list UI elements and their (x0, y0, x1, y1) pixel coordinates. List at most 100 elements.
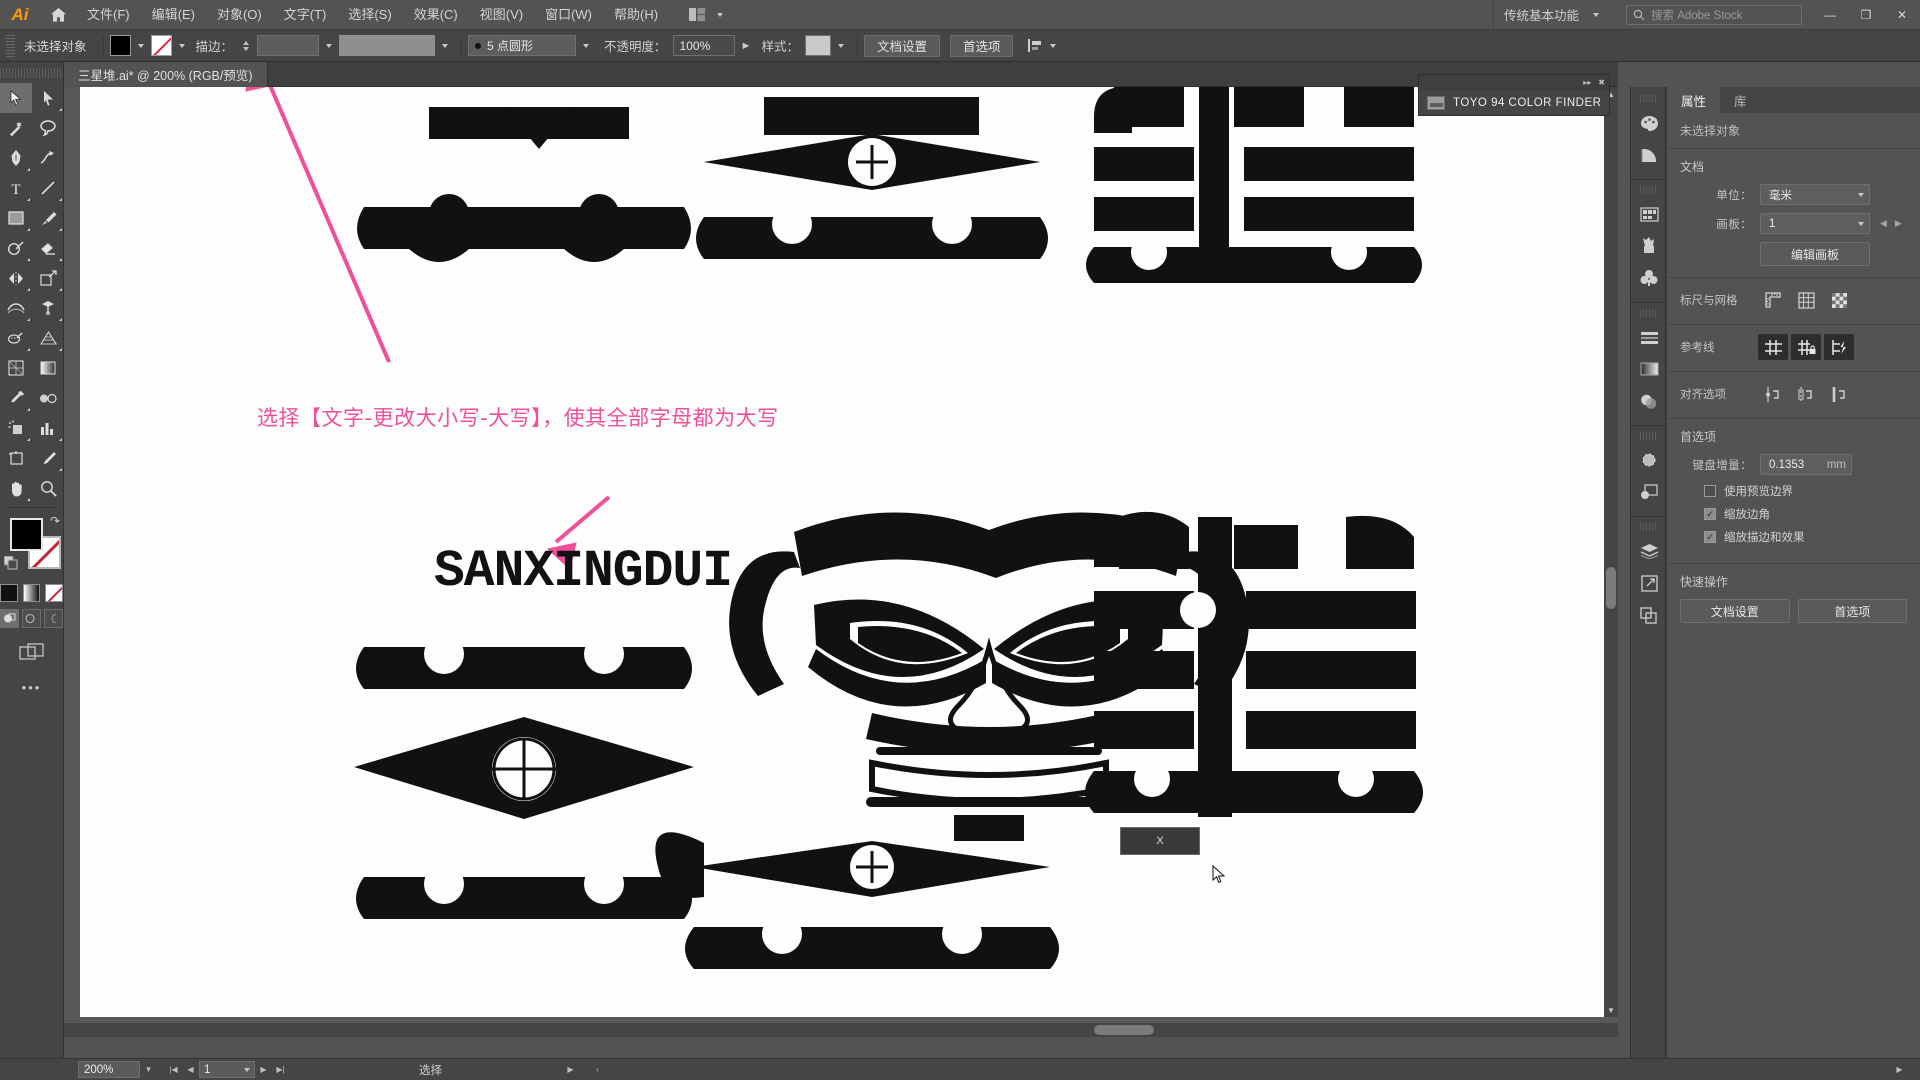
lasso-tool[interactable] (32, 113, 64, 143)
direct-selection-tool[interactable] (32, 83, 64, 113)
stroke-weight-input[interactable] (257, 35, 320, 56)
color-swatch-button[interactable] (0, 584, 18, 602)
dock-group-grip[interactable] (1640, 95, 1656, 103)
default-fill-stroke-icon[interactable] (3, 555, 19, 576)
dock-group-grip[interactable] (1640, 523, 1656, 531)
scale-strokes-effects-checkbox[interactable]: ✓ 缩放描边和效果 (1704, 529, 1907, 545)
workspace-switcher[interactable]: 传统基本功能 (1492, 0, 1616, 30)
hand-tool[interactable] (0, 473, 32, 503)
menu-select[interactable]: 选择(S) (337, 0, 402, 30)
lock-guides-icon[interactable] (1791, 334, 1821, 360)
show-guides-icon[interactable] (1758, 334, 1788, 360)
stroke-weight-caret-icon[interactable] (326, 43, 333, 48)
gradient-swatch-button[interactable] (22, 584, 41, 602)
status-scroll-right-icon[interactable]: ▶ (1891, 1061, 1908, 1078)
menu-help[interactable]: 帮助(H) (603, 0, 669, 30)
horizontal-scroll-thumb[interactable] (1094, 1025, 1154, 1035)
brush-caret-icon[interactable] (583, 43, 590, 48)
toyo-panel-titlebar[interactable]: ▸▸ ✖ (1419, 75, 1609, 90)
smart-guides-icon[interactable] (1824, 334, 1854, 360)
swap-fill-stroke-icon[interactable]: ↷ (50, 514, 60, 528)
artboard-next-icon[interactable]: ▶ (1895, 218, 1902, 229)
gradient-panel-icon[interactable] (1631, 353, 1667, 385)
snap-to-grid-icon[interactable] (1791, 381, 1821, 407)
units-dropdown[interactable]: 毫米 (1760, 184, 1870, 205)
tab-libraries[interactable]: 库 (1720, 87, 1761, 113)
brush-definition-dropdown[interactable]: 5 点圆形 (468, 35, 577, 56)
quick-preferences-button[interactable]: 首选项 (1797, 599, 1907, 623)
stroke-profile-dropdown[interactable] (339, 35, 436, 56)
color-guide-panel-icon[interactable] (1631, 139, 1667, 171)
artboard-prev-icon[interactable]: ◀ (1880, 218, 1887, 229)
menu-type[interactable]: 文字(T) (273, 0, 338, 30)
vertical-scroll-thumb[interactable] (1606, 567, 1616, 609)
document-tab[interactable]: 三星堆.ai* @ 200% (RGB/预览) (64, 61, 268, 87)
stroke-caret-icon[interactable] (178, 43, 185, 48)
canvas-horizontal-scrollbar[interactable] (64, 1023, 1618, 1037)
align-caret-icon[interactable] (1050, 43, 1057, 48)
column-graph-tool[interactable] (32, 413, 64, 443)
tab-properties[interactable]: 属性 (1667, 87, 1721, 113)
mesh-tool[interactable] (0, 353, 32, 383)
align-panel-icon[interactable] (1631, 321, 1667, 353)
preferences-button[interactable]: 首选项 (949, 34, 1014, 57)
previous-artboard-button[interactable]: ◀ (182, 1061, 199, 1078)
maximize-button[interactable]: ❐ (1848, 0, 1884, 30)
artboard-tool[interactable] (0, 443, 32, 473)
opacity-flyout-icon[interactable]: ► (741, 40, 752, 52)
align-to-icon[interactable] (1027, 38, 1043, 53)
edit-toolbar-button[interactable]: ••• (0, 680, 63, 695)
brushes-panel-icon[interactable] (1631, 230, 1667, 262)
toyo-color-finder-panel[interactable]: ▸▸ ✖ TOYO 94 COLOR FINDER (1418, 74, 1610, 116)
color-panel-icon[interactable] (1631, 107, 1667, 139)
canvas-area[interactable]: SANXINGDUI 选择【文字-更改大小写-大写】，使其全部字母都为大写 X … (64, 87, 1618, 1037)
rectangle-tool[interactable] (0, 203, 32, 233)
zoom-level-caret-icon[interactable]: ▼ (140, 1061, 157, 1078)
swatches-panel-icon[interactable] (1631, 198, 1667, 230)
appearance-panel-icon[interactable] (1631, 444, 1667, 476)
line-segment-tool[interactable] (32, 173, 64, 203)
show-transparency-grid-icon[interactable] (1824, 287, 1854, 313)
close-button[interactable]: ✕ (1884, 0, 1920, 30)
blend-tool[interactable] (32, 383, 64, 413)
pathfinder-panel-icon[interactable] (1631, 599, 1667, 631)
menu-window[interactable]: 窗口(W) (534, 0, 603, 30)
layers-panel-icon[interactable] (1631, 535, 1667, 567)
dock-group-grip[interactable] (1640, 432, 1656, 440)
graphic-styles-panel-icon[interactable] (1631, 476, 1667, 508)
shaper-tool[interactable] (0, 233, 32, 263)
show-grid-icon[interactable] (1791, 287, 1821, 313)
magic-wand-tool[interactable] (0, 113, 32, 143)
quick-document-setup-button[interactable]: 文档设置 (1680, 599, 1790, 623)
screen-mode-button[interactable] (0, 642, 63, 662)
artboard-number-input[interactable]: 1 (199, 1061, 255, 1078)
first-artboard-button[interactable]: |◀ (165, 1061, 182, 1078)
eyedropper-tool[interactable] (0, 383, 32, 413)
menu-effect[interactable]: 效果(C) (403, 0, 469, 30)
gradient-tool[interactable] (32, 353, 64, 383)
free-transform-tool[interactable] (32, 293, 64, 323)
none-swatch-button[interactable] (45, 584, 64, 602)
draw-behind-button[interactable] (22, 609, 41, 628)
artboard-dropdown[interactable]: 1 (1760, 213, 1870, 234)
perspective-grid-tool[interactable] (32, 323, 64, 353)
symbol-sprayer-tool[interactable] (0, 413, 32, 443)
scale-corners-checkbox[interactable]: ✓ 缩放边角 (1704, 506, 1907, 522)
draw-normal-button[interactable] (0, 609, 19, 628)
symbols-panel-icon[interactable] (1631, 262, 1667, 294)
edit-artboards-button[interactable]: 编辑画板 (1760, 242, 1870, 266)
width-tool[interactable] (0, 293, 32, 323)
document-setup-button[interactable]: 文档设置 (863, 34, 940, 57)
snap-to-point-icon[interactable] (1824, 381, 1854, 407)
slice-tool[interactable] (32, 443, 64, 473)
menu-view[interactable]: 视图(V) (469, 0, 534, 30)
zoom-tool[interactable] (32, 473, 64, 503)
menu-file[interactable]: 文件(F) (76, 0, 141, 30)
stroke-color-swatch[interactable] (150, 35, 172, 56)
options-bar-grip[interactable] (6, 34, 15, 57)
shape-builder-tool[interactable] (0, 323, 32, 353)
fill-color-swatch[interactable] (109, 35, 131, 56)
minimize-button[interactable]: — (1812, 0, 1848, 30)
current-tool-status[interactable]: 选择 (419, 1062, 442, 1078)
draw-inside-button[interactable] (44, 609, 63, 628)
